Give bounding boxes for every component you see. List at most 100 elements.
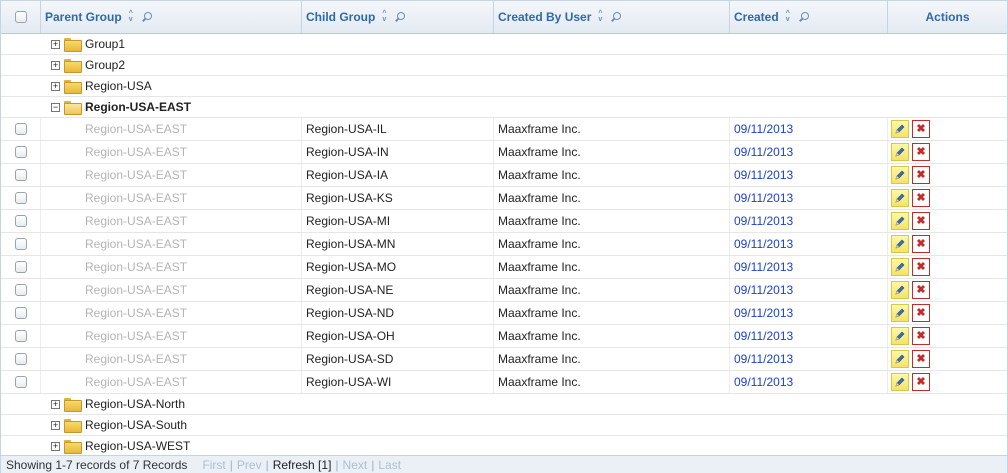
group-label[interactable]: Group2 <box>85 58 125 72</box>
pager-prev[interactable]: Prev <box>237 458 262 472</box>
table-row[interactable]: Region-USA-EAST Region-USA-SD Maaxframe In… <box>1 348 1007 371</box>
pencil-icon[interactable] <box>891 258 909 276</box>
column-header-created-by-user[interactable]: Created By User ^ v <box>494 1 730 33</box>
group-row[interactable]: + Region-USA-North <box>1 394 1007 415</box>
group-label[interactable]: Region-USA-North <box>85 397 185 411</box>
magnifier-icon[interactable] <box>395 12 406 22</box>
group-row[interactable]: + Group2 <box>1 55 1007 76</box>
group-row[interactable]: + Region-USA <box>1 76 1007 97</box>
magnifier-icon[interactable] <box>611 12 622 22</box>
pencil-icon[interactable] <box>891 350 909 368</box>
sort-arrows-icon[interactable]: ^ v <box>129 10 133 23</box>
row-checkbox[interactable] <box>14 376 27 388</box>
pager-first[interactable]: First <box>202 458 225 472</box>
group-node[interactable]: + Region-USA-South <box>1 415 1007 435</box>
group-node[interactable]: + Group2 <box>1 55 1007 75</box>
group-node[interactable]: + Region-USA-WEST <box>1 436 1007 456</box>
close-x-icon[interactable]: ✖ <box>912 327 930 345</box>
group-label[interactable]: Group1 <box>85 37 125 51</box>
close-x-icon[interactable]: ✖ <box>912 350 930 368</box>
pencil-icon[interactable] <box>891 189 909 207</box>
select-all-checkbox[interactable] <box>14 11 27 23</box>
close-x-icon[interactable]: ✖ <box>912 258 930 276</box>
pager-last[interactable]: Last <box>378 458 401 472</box>
close-x-icon[interactable]: ✖ <box>912 304 930 322</box>
created-by-cell: Maaxframe Inc. <box>494 325 730 347</box>
column-header-parent-group[interactable]: Parent Group ^ v <box>41 1 302 33</box>
group-label[interactable]: Region-USA-WEST <box>85 439 190 453</box>
pager-refresh[interactable]: Refresh [1] <box>273 458 332 472</box>
close-x-icon[interactable]: ✖ <box>912 373 930 391</box>
pencil-icon[interactable] <box>891 304 909 322</box>
table-row[interactable]: Region-USA-EAST Region-USA-IL Maaxframe In… <box>1 118 1007 141</box>
close-x-icon[interactable]: ✖ <box>912 212 930 230</box>
pencil-icon[interactable] <box>891 212 909 230</box>
group-row[interactable]: + Region-USA-South <box>1 415 1007 436</box>
close-x-icon[interactable]: ✖ <box>912 189 930 207</box>
sort-arrows-icon[interactable]: ^ v <box>382 10 386 23</box>
table-row[interactable]: Region-USA-EAST Region-USA-IA Maaxframe In… <box>1 164 1007 187</box>
group-label[interactable]: Region-USA <box>85 79 152 93</box>
row-checkbox[interactable] <box>14 169 27 181</box>
pager-next[interactable]: Next <box>343 458 368 472</box>
sort-arrows-icon[interactable]: ^ v <box>786 10 790 23</box>
table-row[interactable]: Region-USA-EAST Region-USA-MN Maaxframe In… <box>1 233 1007 256</box>
row-checkbox[interactable] <box>14 307 27 319</box>
row-select-cell <box>1 348 41 370</box>
group-node[interactable]: − Region-USA-EAST <box>1 97 1007 117</box>
pencil-icon[interactable] <box>891 143 909 161</box>
table-row[interactable]: Region-USA-EAST Region-USA-IN Maaxframe In… <box>1 141 1007 164</box>
close-x-icon[interactable]: ✖ <box>912 166 930 184</box>
group-label[interactable]: Region-USA-EAST <box>85 100 191 114</box>
row-checkbox[interactable] <box>14 192 27 204</box>
expand-toggle-icon[interactable]: + <box>51 420 60 430</box>
close-x-icon[interactable]: ✖ <box>912 143 930 161</box>
group-node[interactable]: + Group1 <box>1 34 1007 54</box>
expand-toggle-icon[interactable]: + <box>51 81 60 91</box>
column-header-created[interactable]: Created ^ v <box>730 1 888 33</box>
group-row[interactable]: + Group1 <box>1 34 1007 55</box>
pencil-icon[interactable] <box>891 281 909 299</box>
close-x-icon[interactable]: ✖ <box>912 281 930 299</box>
expand-toggle-icon[interactable]: + <box>51 441 60 451</box>
table-row[interactable]: Region-USA-EAST Region-USA-MO Maaxframe In… <box>1 256 1007 279</box>
table-row[interactable]: Region-USA-EAST Region-USA-WI Maaxframe In… <box>1 371 1007 394</box>
column-header-child-group[interactable]: Child Group ^ v <box>302 1 494 33</box>
magnifier-icon[interactable] <box>142 12 152 22</box>
row-checkbox[interactable] <box>14 261 27 273</box>
row-checkbox[interactable] <box>14 123 27 135</box>
pencil-icon[interactable] <box>891 373 909 391</box>
magnifier-icon[interactable] <box>799 12 809 22</box>
expand-toggle-icon[interactable]: + <box>51 399 60 409</box>
row-select-cell <box>1 302 41 324</box>
group-row[interactable]: − Region-USA-EAST <box>1 97 1007 118</box>
close-x-icon[interactable]: ✖ <box>912 120 930 138</box>
row-checkbox[interactable] <box>14 146 27 158</box>
expand-toggle-icon[interactable]: + <box>51 39 60 49</box>
collapse-toggle-icon[interactable]: − <box>51 102 60 112</box>
table-row[interactable]: Region-USA-EAST Region-USA-KS Maaxframe In… <box>1 187 1007 210</box>
row-checkbox[interactable] <box>14 215 27 227</box>
close-x-icon[interactable]: ✖ <box>912 235 930 253</box>
child-group-cell: Region-USA-IN <box>302 141 494 163</box>
pencil-icon[interactable] <box>891 327 909 345</box>
row-checkbox[interactable] <box>14 238 27 250</box>
table-row[interactable]: Region-USA-EAST Region-USA-ND Maaxframe In… <box>1 302 1007 325</box>
group-node[interactable]: + Region-USA-North <box>1 394 1007 414</box>
table-row[interactable]: Region-USA-EAST Region-USA-NE Maaxframe In… <box>1 279 1007 302</box>
row-checkbox[interactable] <box>14 353 27 365</box>
table-row[interactable]: Region-USA-EAST Region-USA-MI Maaxframe In… <box>1 210 1007 233</box>
expand-toggle-icon[interactable]: + <box>51 60 60 70</box>
pencil-icon[interactable] <box>891 120 909 138</box>
row-checkbox[interactable] <box>14 284 27 296</box>
group-label[interactable]: Region-USA-South <box>85 418 187 432</box>
created-date-cell: 09/11/2013 <box>730 233 888 255</box>
pencil-icon[interactable] <box>891 235 909 253</box>
pencil-icon[interactable] <box>891 166 909 184</box>
table-row[interactable]: Region-USA-EAST Region-USA-OH Maaxframe In… <box>1 325 1007 348</box>
group-row[interactable]: + Region-USA-WEST <box>1 436 1007 457</box>
sort-arrows-icon[interactable]: ^ v <box>598 10 602 23</box>
group-node[interactable]: + Region-USA <box>1 76 1007 96</box>
row-checkbox[interactable] <box>14 330 27 342</box>
parent-group-cell: Region-USA-EAST <box>41 256 302 278</box>
